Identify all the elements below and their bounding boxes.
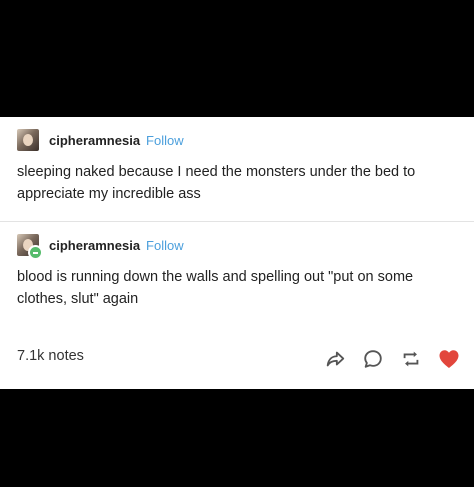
share-icon[interactable] — [320, 344, 350, 374]
post-header: cipheramnesia Follow — [17, 232, 184, 260]
post-header: cipheramnesia Follow — [17, 127, 184, 153]
post-reblog: cipheramnesia Follow blood is running do… — [0, 222, 474, 322]
reblog-icon[interactable] — [396, 344, 426, 374]
reblog-badge-icon — [28, 245, 43, 260]
follow-button[interactable]: Follow — [146, 133, 184, 148]
post-text: blood is running down the walls and spel… — [17, 269, 414, 307]
post-original: cipheramnesia Follow sleeping naked beca… — [0, 117, 474, 222]
post-card: cipheramnesia Follow sleeping naked beca… — [0, 117, 474, 389]
follow-button[interactable]: Follow — [146, 238, 184, 253]
notes-count[interactable]: 7.1k notes — [17, 348, 84, 364]
username[interactable]: cipheramnesia — [49, 133, 140, 148]
like-icon[interactable] — [434, 344, 464, 374]
avatar-face — [23, 134, 33, 146]
avatar[interactable] — [17, 129, 39, 151]
username[interactable]: cipheramnesia — [49, 238, 140, 253]
reply-icon[interactable] — [358, 344, 388, 374]
post-footer: 7.1k notes — [0, 339, 474, 379]
post-actions — [312, 344, 464, 374]
avatar[interactable] — [17, 234, 43, 260]
post-text: sleeping naked because I need the monste… — [17, 164, 416, 202]
